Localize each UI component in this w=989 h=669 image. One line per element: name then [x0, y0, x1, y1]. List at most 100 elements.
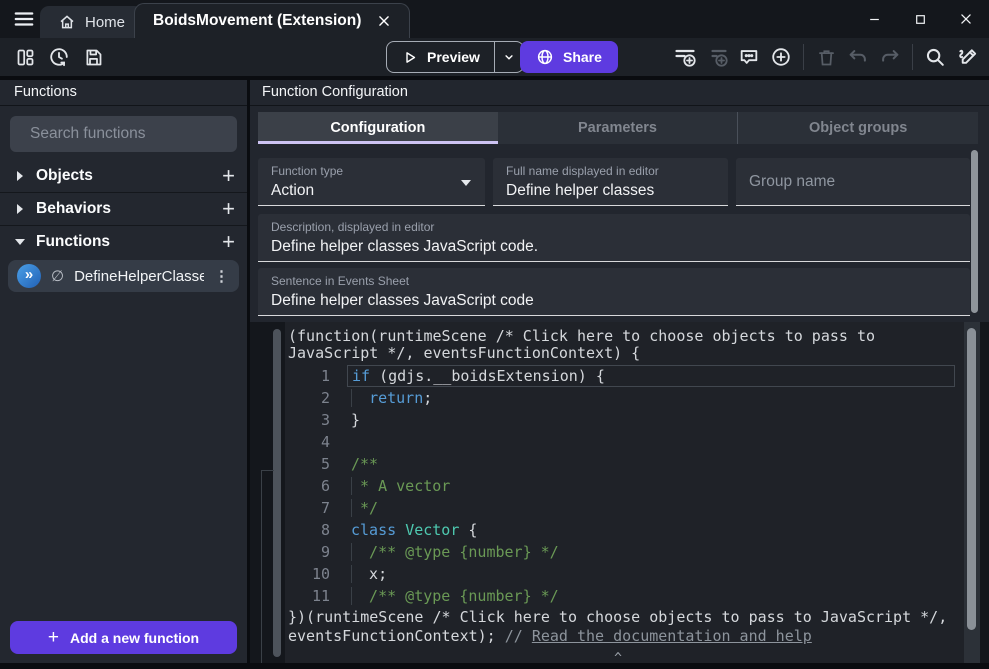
code-line-10[interactable]: 10 x;	[288, 563, 980, 585]
add-objects-button[interactable]: +	[222, 166, 235, 186]
group-name-field[interactable]	[736, 158, 970, 206]
code-line-2[interactable]: 2 return;	[288, 387, 980, 409]
close-icon	[959, 12, 973, 26]
code-line-content[interactable]: x;	[347, 563, 955, 585]
add-functions-button[interactable]: +	[222, 232, 235, 252]
window-maximize-button[interactable]	[897, 0, 943, 38]
preview-button[interactable]: Preview	[387, 42, 494, 72]
chevron-down-icon	[15, 237, 25, 247]
tab-parameters[interactable]: Parameters	[498, 112, 738, 144]
section-label: Functions	[36, 233, 222, 251]
line-number: 2	[288, 387, 330, 409]
function-item-label: DefineHelperClasses	[74, 268, 204, 285]
function-type-select[interactable]: Function type Action	[258, 158, 485, 206]
tab-object-groups[interactable]: Object groups	[737, 112, 978, 144]
undo-icon	[847, 46, 869, 68]
documentation-link[interactable]: Read the documentation and help	[532, 627, 812, 645]
editor-scrollbar-track[interactable]	[964, 322, 980, 663]
undo-button[interactable]	[843, 42, 873, 72]
code-line-3[interactable]: 3}	[288, 409, 980, 431]
document-tab-label: BoidsMovement (Extension)	[153, 12, 361, 30]
chevron-right-icon	[15, 204, 25, 214]
function-type-label: Function type	[271, 164, 472, 179]
chevron-right-icon	[15, 171, 25, 181]
code-line-content[interactable]: if (gdjs.__boidsExtension) {	[347, 365, 955, 387]
group-name-input[interactable]	[749, 170, 957, 193]
code-line-content[interactable]: /** @type {number} */	[347, 541, 955, 563]
main-menu-button[interactable]	[8, 0, 40, 38]
tab-configuration[interactable]: Configuration	[258, 112, 498, 144]
line-number: 11	[288, 585, 330, 607]
plus-icon: +	[48, 627, 59, 649]
item-context-menu-button[interactable]: ⋮	[214, 267, 229, 285]
footer-comment-slashes: //	[505, 627, 532, 645]
description-field[interactable]: Description, displayed in editor	[258, 214, 970, 262]
search-functions-input[interactable]	[30, 125, 230, 143]
main-panel-title: Function Configuration	[250, 80, 989, 106]
javascript-code-editor[interactable]: (function(runtimeScene /* Click here to …	[285, 322, 980, 663]
code-line-content[interactable]: }	[347, 409, 955, 431]
add-new-function-button[interactable]: + Add a new function	[10, 621, 237, 654]
indent-guide	[351, 477, 352, 495]
code-line-content[interactable]: /** @type {number} */	[347, 585, 955, 607]
add-event-button[interactable]	[670, 42, 700, 72]
description-input[interactable]	[271, 235, 957, 258]
add-comment-button[interactable]	[734, 42, 764, 72]
code-line-11[interactable]: 11 /** @type {number} */	[288, 585, 980, 607]
search-functions-box[interactable]	[10, 116, 237, 152]
sidebar-section-objects[interactable]: Objects+	[0, 160, 247, 192]
code-line-content[interactable]: * A vector	[347, 475, 955, 497]
choose-and-add-event-button[interactable]	[766, 42, 796, 72]
code-line-content[interactable]	[347, 431, 955, 453]
code-header-line[interactable]: JavaScript */, eventsFunctionContext) {	[288, 345, 980, 362]
code-line-content[interactable]: */	[347, 497, 955, 519]
preview-button-label: Preview	[427, 49, 480, 65]
code-line-content[interactable]: class Vector {	[347, 519, 955, 541]
window-close-button[interactable]	[943, 0, 989, 38]
description-label: Description, displayed in editor	[271, 220, 957, 235]
code-line-1[interactable]: 1 if (gdjs.__boidsExtension) {	[288, 365, 980, 387]
section-label: Objects	[36, 167, 222, 185]
code-header-line[interactable]: (function(runtimeScene /* Click here to …	[288, 328, 980, 345]
search-events-button[interactable]	[920, 42, 950, 72]
save-button[interactable]	[78, 42, 108, 72]
code-line-6[interactable]: 6 * A vector	[288, 475, 980, 497]
share-button[interactable]: Share	[520, 41, 618, 73]
event-indent-guide	[261, 470, 274, 663]
sentence-field[interactable]: Sentence in Events Sheet	[258, 268, 970, 316]
version-history-button[interactable]	[44, 42, 74, 72]
share-button-label: Share	[563, 49, 602, 65]
indent-guide	[351, 565, 352, 583]
editor-scrollbar-thumb[interactable]	[967, 328, 976, 630]
sentence-input[interactable]	[271, 289, 957, 312]
tab-boidsmovement-extension[interactable]: BoidsMovement (Extension)	[134, 3, 410, 38]
redo-button[interactable]	[875, 42, 905, 72]
code-line-9[interactable]: 9 /** @type {number} */	[288, 541, 980, 563]
code-line-8[interactable]: 8class Vector {	[288, 519, 980, 541]
configuration-scrollbar[interactable]	[971, 150, 978, 313]
code-lines[interactable]: 1if (gdjs.__boidsExtension) {2 return;3}…	[288, 365, 980, 607]
code-line-4[interactable]: 4	[288, 431, 980, 453]
sidebar-section-functions[interactable]: Functions+	[0, 226, 247, 258]
function-item-definehelperclasses[interactable]: » ∅ DefineHelperClasses ⋮	[8, 260, 239, 292]
preview-options-dropdown[interactable]	[495, 42, 523, 72]
close-tab-icon[interactable]	[377, 14, 391, 28]
tab-home[interactable]: Home	[40, 6, 143, 38]
edit-pencil-icon	[956, 46, 979, 69]
window-minimize-button[interactable]	[851, 0, 897, 38]
line-number: 1	[288, 365, 330, 387]
events-sheet-scrollbar[interactable]	[273, 329, 281, 657]
sidebar-section-behaviors[interactable]: Behaviors+	[0, 193, 247, 225]
add-subevent-button[interactable]	[702, 42, 732, 72]
code-line-5[interactable]: 5/**	[288, 453, 980, 475]
full-name-input[interactable]	[506, 179, 715, 202]
code-line-content[interactable]: return;	[347, 387, 955, 409]
full-name-field[interactable]: Full name displayed in editor	[493, 158, 728, 206]
edit-function-button[interactable]	[952, 42, 982, 72]
add-behaviors-button[interactable]: +	[222, 199, 235, 219]
code-line-content[interactable]: /**	[347, 453, 955, 475]
preview-button-group: Preview	[386, 41, 524, 73]
open-editors-panel-button[interactable]	[10, 42, 40, 72]
code-line-7[interactable]: 7 */	[288, 497, 980, 519]
delete-button[interactable]	[811, 42, 841, 72]
